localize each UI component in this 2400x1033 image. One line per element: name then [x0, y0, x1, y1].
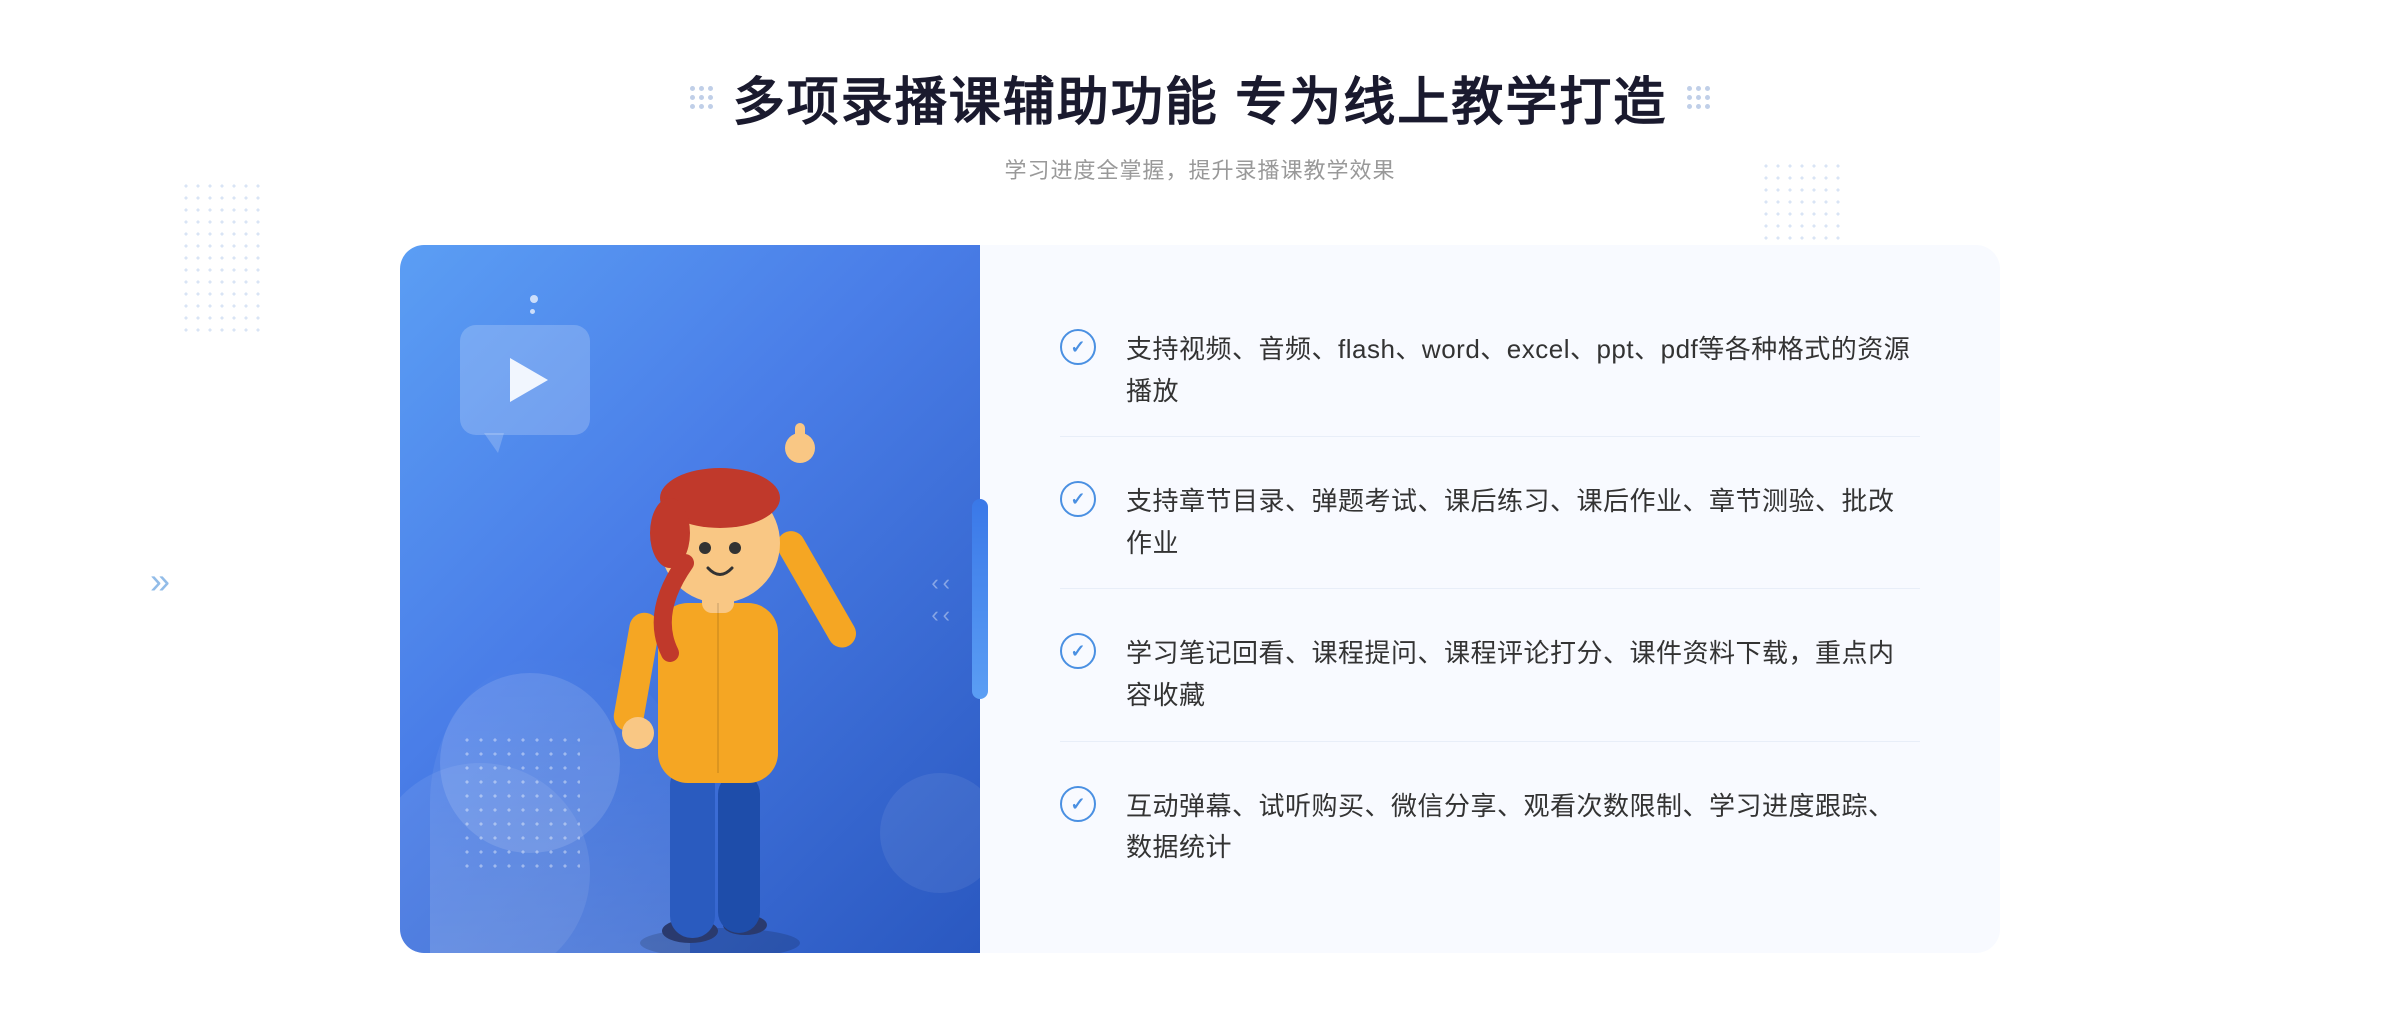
title-dots-right [1687, 86, 1710, 109]
title-dots-left [690, 86, 713, 109]
sparkle-decoration [530, 295, 538, 314]
dots-decoration-left [180, 180, 260, 340]
header-section: 多项录播课辅助功能 专为线上教学打造 [690, 60, 1710, 185]
arrow-chevron-4: ‹ [943, 602, 950, 628]
check-icon-4: ✓ [1060, 786, 1096, 822]
arrow-chevron-2: ‹ [943, 570, 950, 596]
feature-text-1: 支持视频、音频、flash、word、excel、ppt、pdf等各种格式的资源… [1126, 329, 1920, 412]
character-illustration [570, 333, 870, 953]
blue-vertical-bar [972, 499, 988, 699]
illustration-area: ‹ ‹ ‹ ‹ [400, 245, 980, 953]
feature-item-1: ✓ 支持视频、音频、flash、word、excel、ppt、pdf等各种格式的… [1060, 305, 1920, 437]
feature-text-3: 学习笔记回看、课程提问、课程评论打分、课件资料下载，重点内容收藏 [1126, 633, 1920, 716]
feature-item-4: ✓ 互动弹幕、试听购买、微信分享、观看次数限制、学习进度跟踪、数据统计 [1060, 762, 1920, 893]
page-subtitle: 学习进度全掌握，提升录播课教学效果 [1004, 153, 1395, 185]
check-icon-1: ✓ [1060, 329, 1096, 365]
feature-item-2: ✓ 支持章节目录、弹题考试、课后练习、课后作业、章节测验、批改作业 [1060, 457, 1920, 589]
feature-text-4: 互动弹幕、试听购买、微信分享、观看次数限制、学习进度跟踪、数据统计 [1126, 786, 1920, 869]
title-row: 多项录播课辅助功能 专为线上教学打造 [690, 60, 1710, 135]
check-icon-2: ✓ [1060, 481, 1096, 517]
sparkle-dot-2 [530, 309, 535, 314]
features-area: ✓ 支持视频、音频、flash、word、excel、ppt、pdf等各种格式的… [980, 245, 2000, 953]
sparkle-dot-1 [530, 295, 538, 303]
page-title: 多项录播课辅助功能 专为线上教学打造 [733, 60, 1667, 135]
arrow-decoration: ‹ ‹ ‹ ‹ [931, 570, 950, 628]
page-container: » 多项录播课 [0, 0, 2400, 1033]
play-icon [510, 358, 548, 402]
arrow-chevron-3: ‹ [931, 602, 938, 628]
arrow-chevron-1: ‹ [931, 570, 938, 596]
feature-text-2: 支持章节目录、弹题考试、课后练习、课后作业、章节测验、批改作业 [1126, 481, 1920, 564]
chevron-decoration-left: » [150, 560, 170, 602]
circle-deco-medium [880, 773, 1000, 893]
content-section: ‹ ‹ ‹ ‹ [400, 245, 2000, 953]
feature-item-3: ✓ 学习笔记回看、课程提问、课程评论打分、课件资料下载，重点内容收藏 [1060, 609, 1920, 741]
check-icon-3: ✓ [1060, 633, 1096, 669]
